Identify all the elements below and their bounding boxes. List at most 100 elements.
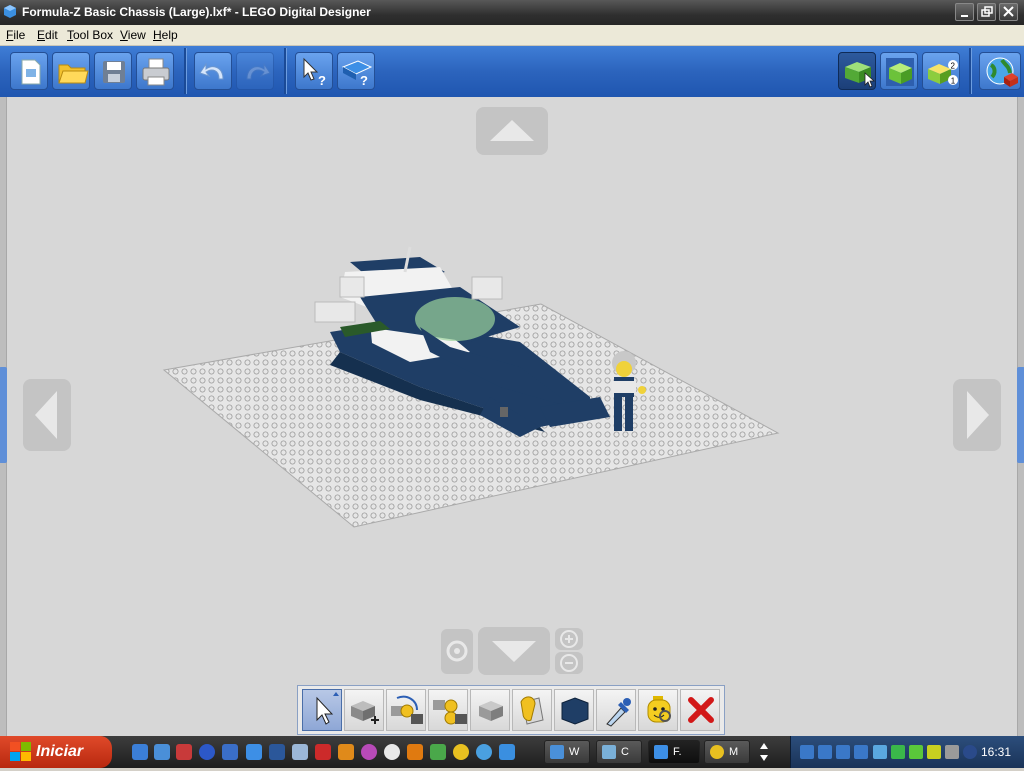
tray-d-icon[interactable] <box>927 745 941 759</box>
open-folder-icon <box>58 64 89 84</box>
start-button[interactable]: Iniciar <box>0 736 112 768</box>
new-file-button[interactable] <box>10 52 48 90</box>
printer-icon <box>142 58 170 86</box>
menu-bar: File Edit Tool Box View Help <box>0 25 1024 46</box>
task-lego-designer[interactable]: F. <box>648 740 700 764</box>
building-guide-mode-button[interactable]: 2 1 <box>922 52 960 90</box>
tray-network-icon[interactable] <box>873 745 887 759</box>
tray-ffa2-icon[interactable] <box>818 745 832 759</box>
svg-text:?: ? <box>318 73 326 88</box>
quicklaunch-earth-icon[interactable] <box>222 744 238 760</box>
model-scene[interactable] <box>0 97 1024 736</box>
tray-volume-icon[interactable] <box>963 745 977 759</box>
new-file-icon <box>21 59 41 85</box>
open-file-button[interactable] <box>52 52 90 90</box>
delete-tool-button[interactable] <box>680 689 720 731</box>
tray-ffa-icon[interactable] <box>800 745 814 759</box>
quicklaunch-app-icon[interactable] <box>176 744 192 760</box>
hinge-icon <box>391 695 423 724</box>
view-mode-icon <box>886 58 914 86</box>
minimize-button[interactable] <box>955 3 974 21</box>
quicklaunch-ie-icon[interactable] <box>132 744 148 760</box>
hinge-align-tool-button[interactable] <box>428 689 468 731</box>
restore-button[interactable] <box>977 3 996 21</box>
help-tool-button[interactable]: ? <box>295 52 333 90</box>
redo-icon <box>246 62 271 80</box>
color-picker-button[interactable] <box>596 689 636 731</box>
undo-icon <box>199 62 224 80</box>
svg-text:?: ? <box>360 73 368 88</box>
system-tray: 16:31 <box>790 736 1024 768</box>
undo-button[interactable] <box>194 52 232 90</box>
paint-tool-button[interactable] <box>512 689 552 731</box>
help-book-button[interactable]: ? <box>337 52 375 90</box>
task-m-label: M <box>729 746 739 758</box>
start-label: Iniciar <box>36 743 84 760</box>
task-m[interactable]: M <box>704 740 750 764</box>
quicklaunch-lego-icon[interactable] <box>246 744 262 760</box>
restore-icon <box>981 6 993 17</box>
print-button[interactable] <box>136 52 174 90</box>
build-mode-icon <box>845 62 876 88</box>
redo-button[interactable] <box>236 52 274 90</box>
hinge-align-icon <box>433 699 467 725</box>
task-c-icon <box>602 745 616 759</box>
quicklaunch-globe-icon[interactable] <box>476 744 492 760</box>
taskbar-scroll-arrows-icon <box>760 743 768 761</box>
view-mode-button[interactable] <box>880 52 918 90</box>
tray-ffa3-icon[interactable] <box>836 745 850 759</box>
quicklaunch-word-icon[interactable] <box>269 744 285 760</box>
task-m-icon <box>710 745 724 759</box>
select-arrow-icon <box>316 692 339 725</box>
task-w[interactable]: W <box>544 740 590 764</box>
tool-palette <box>297 685 725 735</box>
color-swatch-button[interactable] <box>554 689 594 731</box>
quicklaunch-4-icon[interactable] <box>315 744 331 760</box>
task-c[interactable]: C <box>596 740 642 764</box>
save-file-button[interactable] <box>94 52 132 90</box>
menu-edit[interactable]: Edit <box>37 28 58 42</box>
quicklaunch-purple-icon[interactable] <box>361 744 377 760</box>
close-button[interactable] <box>999 3 1018 21</box>
title-bar: Formula-Z Basic Chassis (Large).lxf* - L… <box>0 0 1024 25</box>
share-online-button[interactable] <box>979 52 1021 90</box>
taskbar-scroll[interactable] <box>757 738 771 766</box>
quicklaunch-paint-icon[interactable] <box>430 744 446 760</box>
quicklaunch-h-icon[interactable] <box>407 744 423 760</box>
tray-tool-icon[interactable] <box>945 745 959 759</box>
flex-brick-icon <box>479 701 503 721</box>
quicklaunch-explorer-icon[interactable] <box>154 744 170 760</box>
decoration-tool-button[interactable] <box>638 689 678 731</box>
tray-ffa4-icon[interactable] <box>854 745 868 759</box>
clock[interactable]: 16:31 <box>981 745 1011 759</box>
quicklaunch-chrome-icon[interactable] <box>453 744 469 760</box>
minifig-head-icon <box>647 696 671 723</box>
help-book-icon: ? <box>341 60 373 88</box>
color-swatch-icon <box>561 697 589 725</box>
quicklaunch-network-icon[interactable] <box>292 744 308 760</box>
task-w-label: W <box>569 746 580 758</box>
quicklaunch-ie2-icon[interactable] <box>499 744 515 760</box>
task-c-label: C <box>621 746 629 758</box>
select-tool-button[interactable] <box>302 689 342 731</box>
build-mode-button[interactable] <box>838 52 876 90</box>
quicklaunch-player-icon[interactable] <box>384 744 400 760</box>
globe-icon <box>986 57 1018 87</box>
task-lego-label: F. <box>673 746 682 758</box>
build-canvas[interactable] <box>0 97 1024 736</box>
quicklaunch-tool-icon[interactable] <box>338 744 354 760</box>
tray-music-icon[interactable] <box>909 745 923 759</box>
menu-file[interactable]: File <box>6 28 25 42</box>
hinge-tool-button[interactable] <box>386 689 426 731</box>
windows-logo-icon <box>10 742 31 761</box>
clone-tool-button[interactable] <box>344 689 384 731</box>
quicklaunch-media-icon[interactable] <box>199 744 215 760</box>
menu-help[interactable]: Help <box>153 28 178 42</box>
task-lego-icon <box>654 745 668 759</box>
tray-green-icon[interactable] <box>891 745 905 759</box>
menu-view[interactable]: View <box>120 28 146 42</box>
clone-brick-icon <box>351 701 379 724</box>
svg-text:1: 1 <box>951 77 956 86</box>
flex-tool-button[interactable] <box>470 689 510 731</box>
menu-toolbox[interactable]: Tool Box <box>67 28 113 42</box>
